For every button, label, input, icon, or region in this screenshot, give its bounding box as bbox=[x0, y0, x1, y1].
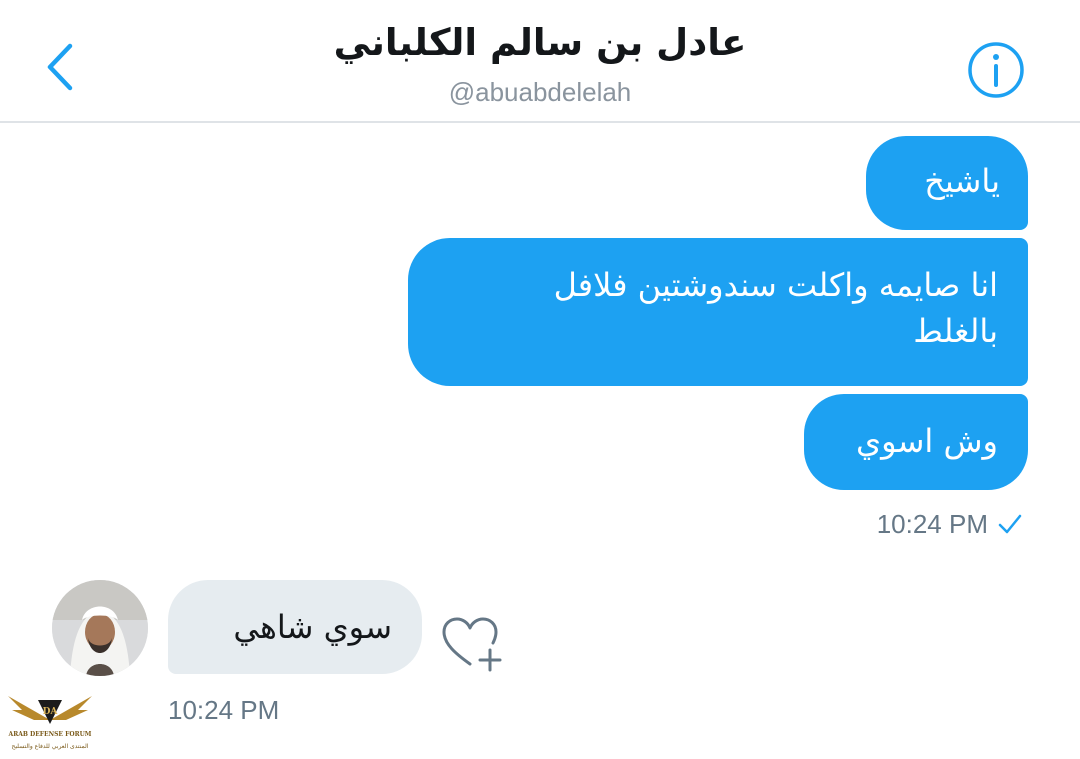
forum-name: ARAB DEFENSE FORUM bbox=[8, 731, 92, 738]
received-message-bubble[interactable]: سوي شاهي bbox=[168, 580, 422, 674]
profile-photo bbox=[52, 580, 148, 676]
chevron-left-icon bbox=[47, 43, 73, 91]
user-handle[interactable]: @abuabdelelah bbox=[240, 74, 840, 110]
sent-message-bubble[interactable]: ياشيخ bbox=[866, 136, 1028, 230]
eagle-logo-icon: DA bbox=[8, 696, 92, 724]
received-timestamp: 10:24 PM bbox=[168, 695, 280, 725]
message-text-line: بالغلط bbox=[913, 312, 998, 350]
heart-plus-icon bbox=[442, 617, 502, 672]
forum-tagline: المنتدى العربي للدفاع والتسليح bbox=[11, 743, 89, 750]
avatar[interactable] bbox=[52, 580, 148, 676]
info-circle-icon bbox=[968, 42, 1024, 98]
message-text: وش اسوي bbox=[856, 422, 998, 460]
message-text: ياشيخ bbox=[924, 162, 1000, 200]
conversation-header: عادل بن سالم الكلباني @abuabdelelah bbox=[0, 0, 1080, 123]
sent-timestamp: 10:24 PM bbox=[876, 509, 988, 539]
checkmark-icon bbox=[998, 514, 1022, 534]
like-message-button[interactable] bbox=[440, 614, 506, 674]
back-button[interactable] bbox=[40, 40, 84, 94]
sent-message-bubble[interactable]: انا صايمه واكلت سندوشتين فلافل بالغلط bbox=[408, 238, 1028, 386]
message-text-line: انا صايمه واكلت سندوشتين فلافل bbox=[553, 266, 998, 304]
message-text: سوي شاهي bbox=[233, 608, 392, 646]
dm-conversation-screen: عادل بن سالم الكلباني @abuabdelelah ياشي… bbox=[0, 0, 1080, 759]
sent-message-bubble[interactable]: وش اسوي bbox=[804, 394, 1028, 490]
conversation-title[interactable]: عادل بن سالم الكلباني bbox=[240, 16, 840, 70]
logo-mark-text: DA bbox=[43, 707, 59, 717]
info-button[interactable] bbox=[966, 40, 1026, 100]
forum-watermark-logo: DA ARAB DEFENSE FORUM المنتدى العربي للد… bbox=[4, 690, 96, 756]
